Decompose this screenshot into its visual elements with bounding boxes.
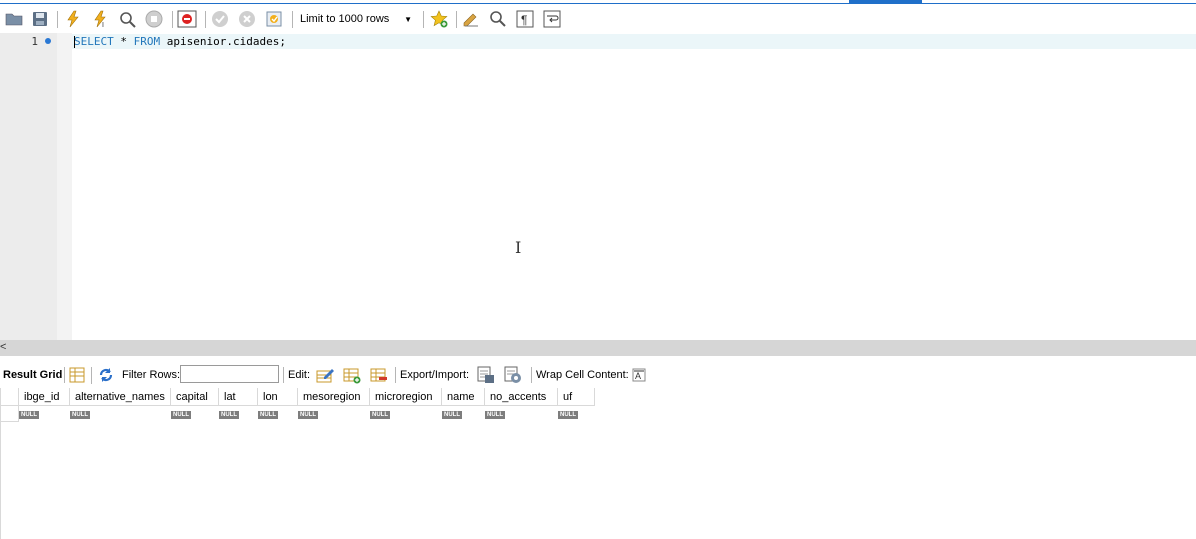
- grid-cell[interactable]: NULL: [258, 407, 278, 419]
- grid-view-icon[interactable]: [68, 366, 86, 384]
- execute-icon[interactable]: [63, 9, 83, 29]
- grid-cell[interactable]: NULL: [370, 407, 390, 419]
- toolbar-separator: [172, 11, 173, 28]
- window-top-border: [0, 0, 1196, 5]
- toolbar-separator: [423, 11, 424, 28]
- toolbar-separator: [531, 367, 532, 383]
- null-badge: NULL: [485, 411, 505, 419]
- statement-marker-icon: [45, 38, 51, 44]
- null-badge: NULL: [442, 411, 462, 419]
- column-header-no-accents[interactable]: no_accents: [485, 388, 558, 406]
- limit-rows-select[interactable]: Limit to 1000 rows ▼: [296, 11, 416, 28]
- grid-cell[interactable]: NULL: [171, 407, 191, 419]
- grid-cell[interactable]: NULL: [558, 407, 578, 419]
- toggle-error-icon[interactable]: [177, 9, 197, 29]
- explain-icon[interactable]: [117, 9, 137, 29]
- commit-icon[interactable]: [210, 9, 230, 29]
- horizontal-scrollbar[interactable]: <: [0, 340, 1196, 356]
- grid-cell[interactable]: NULL: [485, 407, 505, 419]
- fold-margin: [57, 33, 72, 340]
- wrap-cell-toggle-icon[interactable]: A: [630, 366, 648, 384]
- table-reference: apisenior.cidades;: [160, 35, 286, 48]
- null-badge: NULL: [258, 411, 278, 419]
- delete-row-icon[interactable]: [370, 366, 388, 384]
- result-grid[interactable]: ibge_id alternative_names capital lat lon mes…: [0, 388, 1196, 539]
- null-badge: NULL: [219, 411, 239, 419]
- text-caret: [74, 36, 75, 48]
- result-toolbar: Result Grid Filter Rows: Edit: Export/Im…: [0, 363, 1196, 387]
- edit-label: Edit:: [288, 369, 311, 381]
- export-import-label: Export/Import:: [400, 369, 470, 381]
- result-grid-label: Result Grid: [3, 369, 63, 381]
- execute-current-icon[interactable]: I: [90, 9, 110, 29]
- null-badge: NULL: [70, 411, 90, 419]
- query-toolbar: I Limit to 1000 rows ▼ ¶: [0, 6, 1196, 33]
- star-operator: *: [113, 35, 134, 48]
- svg-text:¶: ¶: [521, 13, 527, 27]
- save-icon[interactable]: [30, 9, 50, 29]
- keyword-select: SELECT: [74, 35, 114, 48]
- null-badge: NULL: [171, 411, 191, 419]
- null-badge: NULL: [19, 411, 39, 419]
- line-number: 1: [31, 35, 38, 48]
- grid-cell[interactable]: NULL: [219, 407, 239, 419]
- scroll-left-icon[interactable]: <: [0, 341, 6, 353]
- null-badge: NULL: [370, 411, 390, 419]
- insert-row-icon[interactable]: [343, 366, 361, 384]
- toolbar-separator: [64, 367, 65, 383]
- grid-cell[interactable]: NULL: [70, 407, 90, 419]
- column-header-capital[interactable]: capital: [171, 388, 219, 406]
- chevron-down-icon: ▼: [404, 15, 412, 24]
- edit-row-icon[interactable]: [316, 366, 334, 384]
- null-badge: NULL: [558, 411, 578, 419]
- toolbar-separator: [456, 11, 457, 28]
- column-header-mesoregion[interactable]: mesoregion: [298, 388, 370, 406]
- open-folder-icon[interactable]: [4, 9, 24, 29]
- rollback-icon[interactable]: [237, 9, 257, 29]
- toolbar-separator: [91, 367, 92, 384]
- toolbar-separator: [292, 11, 293, 28]
- column-header-alternative-names[interactable]: alternative_names: [70, 388, 171, 406]
- autocommit-icon[interactable]: [264, 9, 284, 29]
- bookmark-star-icon[interactable]: [429, 9, 449, 29]
- export-icon[interactable]: [477, 366, 495, 384]
- grid-cell[interactable]: NULL: [298, 407, 318, 419]
- grid-cell[interactable]: NULL: [19, 407, 39, 419]
- filter-rows-input[interactable]: [180, 365, 279, 383]
- column-header-lat[interactable]: lat: [219, 388, 258, 406]
- column-header-name[interactable]: name: [442, 388, 485, 406]
- wrap-lines-icon[interactable]: [542, 9, 562, 29]
- limit-rows-label: Limit to 1000 rows: [300, 13, 390, 25]
- import-icon[interactable]: [504, 366, 522, 384]
- toolbar-separator: [205, 11, 206, 28]
- refresh-icon[interactable]: [97, 366, 115, 384]
- svg-text:I: I: [102, 22, 104, 28]
- wrap-cell-content-label: Wrap Cell Content:: [536, 369, 629, 381]
- toolbar-separator: [283, 367, 284, 383]
- stop-icon[interactable]: [144, 9, 164, 29]
- invisible-chars-icon[interactable]: ¶: [515, 9, 535, 29]
- beautify-icon[interactable]: [461, 9, 481, 29]
- line-number-gutter: [0, 33, 57, 340]
- find-icon[interactable]: [488, 9, 508, 29]
- row-header[interactable]: [1, 406, 19, 422]
- column-header-microregion[interactable]: microregion: [370, 388, 442, 406]
- null-badge: NULL: [298, 411, 318, 419]
- grid-corner[interactable]: [1, 388, 19, 406]
- active-tab-indicator: [849, 0, 922, 4]
- svg-text:A: A: [635, 371, 641, 381]
- filter-rows-label: Filter Rows:: [122, 369, 181, 381]
- column-header-lon[interactable]: lon: [258, 388, 298, 406]
- grid-cell[interactable]: NULL: [442, 407, 462, 419]
- toolbar-separator: [57, 11, 58, 28]
- code-line[interactable]: SELECT * FROM apisenior.cidades;: [74, 35, 286, 48]
- keyword-from: FROM: [133, 35, 161, 48]
- column-header-uf[interactable]: uf: [558, 388, 595, 406]
- column-header-ibge-id[interactable]: ibge_id: [19, 388, 70, 406]
- toolbar-separator: [395, 367, 396, 383]
- ibeam-cursor-icon: I: [515, 238, 522, 257]
- sql-editor[interactable]: 1 SELECT * FROM apisenior.cidades; I: [0, 33, 1196, 340]
